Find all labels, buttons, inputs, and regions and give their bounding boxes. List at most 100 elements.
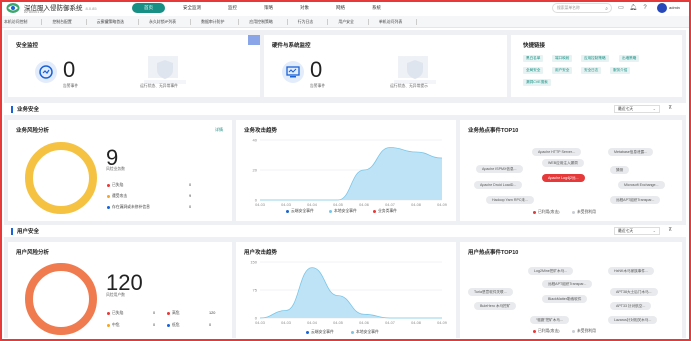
time-range-select[interactable]: 最近七天 ⌄ [614,227,660,235]
hot-event-tag[interactable]: Apache HTTP Server... [532,148,581,156]
x-tick-label: 04-04 [307,203,317,207]
quick-link[interactable]: 全局安全 [523,67,544,74]
legend-dot [286,209,289,213]
legend-item: 已利用(攻击) [533,329,560,334]
app-subtitle: AF80001 AF [24,10,46,14]
nav-monitor[interactable]: 监控 [219,3,246,13]
x-tick-label: 04-08 [411,203,421,207]
risk-label: 风险用户数 [106,293,125,297]
hot-event-tag[interactable]: Hadoop Yarn RPC未... [486,196,535,204]
user-top10-card: 用户热点事件TOP10 Log2Mine挖矿木马... HxNK木马家族事件..… [460,242,682,338]
card-title: 业务热点事件TOP10 [468,128,519,134]
legend-dot [351,330,354,334]
time-range-select[interactable]: 最近七天 ⌄ [614,105,660,113]
hot-event-tag[interactable]: BuleHero 木马挖矿 [474,302,517,310]
tab-item[interactable]: 控制台配置 [52,18,87,25]
avatar[interactable] [657,3,667,13]
nav-system[interactable]: 系统 [363,3,390,13]
hot-event-tag[interactable]: Metabase信息泄露... [608,148,654,156]
section-title: 用户安全 [17,229,40,235]
hot-event-tag[interactable]: HxNK木马家族事件... [608,267,654,275]
x-tick-label: 04-07 [385,203,395,207]
card-title: 用户攻击趋势 [244,250,278,256]
hot-event-tag[interactable]: BlackMatter勒索软件 [542,295,588,303]
legend-item: 本地安全事件 [351,330,379,335]
main-nav: 首页 安全监测 监控 策略 对象 网络 系统 [132,3,399,13]
nav-object[interactable]: 对象 [291,3,318,13]
legend-item: 云端安全事件 [286,209,314,214]
nav-home[interactable]: 首页 [132,3,165,13]
quick-link[interactable]: 安全日志 [581,67,602,74]
hot-event-tag[interactable]: 远程APT组织Transpar... [610,196,661,204]
y-tick-label: 0 [255,198,258,203]
hot-event-tag[interactable]: 远程APT组织Transpar... [542,280,593,288]
search-input[interactable]: 搜索菜单名称 ⌕ [552,3,612,13]
legend-dot [107,323,110,327]
y-tick-label: 150 [250,260,257,265]
section-marker [11,227,13,235]
x-tick-label: 04-05 [333,203,343,207]
quick-link[interactable]: 出墙策略 [619,55,640,62]
y-tick-label: 0 [255,316,258,321]
pin-icon[interactable]: ⊼ [668,105,672,111]
help-icon[interactable]: ? [641,4,649,12]
hot-event-tag[interactable]: APT33 针对航空... [610,302,652,310]
legend-dot [167,311,170,315]
alarm-label: 告警事件 [63,84,79,88]
hot-event-tag[interactable]: Apache ISPMX信息... [476,165,523,173]
tab-item[interactable]: 本机访问控制 [4,18,43,25]
shield-illustration-icon [144,56,186,84]
console-icon[interactable]: ▭ [617,4,625,12]
x-tick-label: 04-03 [281,203,291,207]
tab-item[interactable]: 云蜜罐策略首选 [97,18,140,25]
nav-network[interactable]: 网络 [327,3,354,13]
pin-icon[interactable]: ⊼ [668,227,672,233]
hot-event-tag[interactable]: Lazarus针对相关木马... [608,316,658,324]
tab-item[interactable]: 永久封锁IP列表 [149,18,192,25]
stat-value: 0 [153,323,156,327]
hot-event-tag[interactable]: “驱魔”挖矿木马... [530,316,569,324]
legend-item: 云端安全事件 [306,330,334,335]
section-title: 业务安全 [17,107,40,113]
quick-link[interactable]: 用户安全 [552,67,573,74]
hot-event-tag[interactable]: Turla恶意软件关联... [468,288,513,296]
legend-dot [107,183,110,187]
hot-event-tag[interactable]: 猜测 [610,166,630,174]
hot-event-tag[interactable]: Microsoft Exchange... [618,181,665,189]
business-trend-card: 业务攻击趋势 0 20 40 04-03 04-03 04-04 04-05 04-06 04-… [236,120,456,221]
quick-link[interactable]: 漏洞CVE搜索 [523,79,551,86]
chevron-down-icon: ⌄ [652,106,656,111]
tab-item[interactable]: 行为日志 [298,18,329,25]
quick-link[interactable]: 黑白名单 [523,55,544,62]
nav-security-monitor[interactable]: 安全监测 [174,3,210,13]
hot-event-tag[interactable]: Apache Druid LoadD... [474,181,523,189]
quick-link[interactable]: 服务介绍 [610,67,631,74]
tab-item[interactable]: 单机访问列表 [379,18,418,25]
tab-item[interactable]: 数据审计防护 [201,18,240,25]
legend-dot [373,209,376,213]
risk-label: 风险业务数 [106,167,125,171]
risk-donut [25,142,97,214]
tab-item[interactable]: 应用控制策略 [249,18,288,25]
stat-value: 120 [209,311,216,315]
hot-event-tag[interactable]: WEB应用注入漏洞 [542,159,584,167]
bell-icon[interactable]: 🔔︎ [629,4,637,12]
hot-event-tag[interactable]: APT38大士后门木马... [610,288,658,296]
y-tick-label: 20 [253,168,258,173]
legend-dot [107,194,110,198]
card-title: 快捷链接 [523,43,546,49]
nav-policy[interactable]: 策略 [255,3,282,13]
stat-value: 0 [189,205,192,209]
business-trend-chart: 0 20 40 04-03 04-03 04-04 04-05 04-06 04-07 04-08… [253,138,447,208]
legend-dot [107,311,110,315]
detail-link[interactable]: 详情 [215,127,223,133]
hot-event-tag[interactable]: Apache Log4j2远... [542,174,585,182]
search-icon: ⌕ [605,6,608,12]
quick-link[interactable]: 端口映射 [552,55,573,62]
tab-item[interactable]: 用户安全 [338,18,369,25]
y-tick-label: 75 [253,288,258,293]
hot-event-tag[interactable]: Log2Mine挖矿木马... [528,267,574,275]
user-name[interactable]: admin [669,5,680,10]
quick-link[interactable]: 应用控制策略 [581,55,609,62]
card-title: 用户风险分析 [16,250,50,256]
